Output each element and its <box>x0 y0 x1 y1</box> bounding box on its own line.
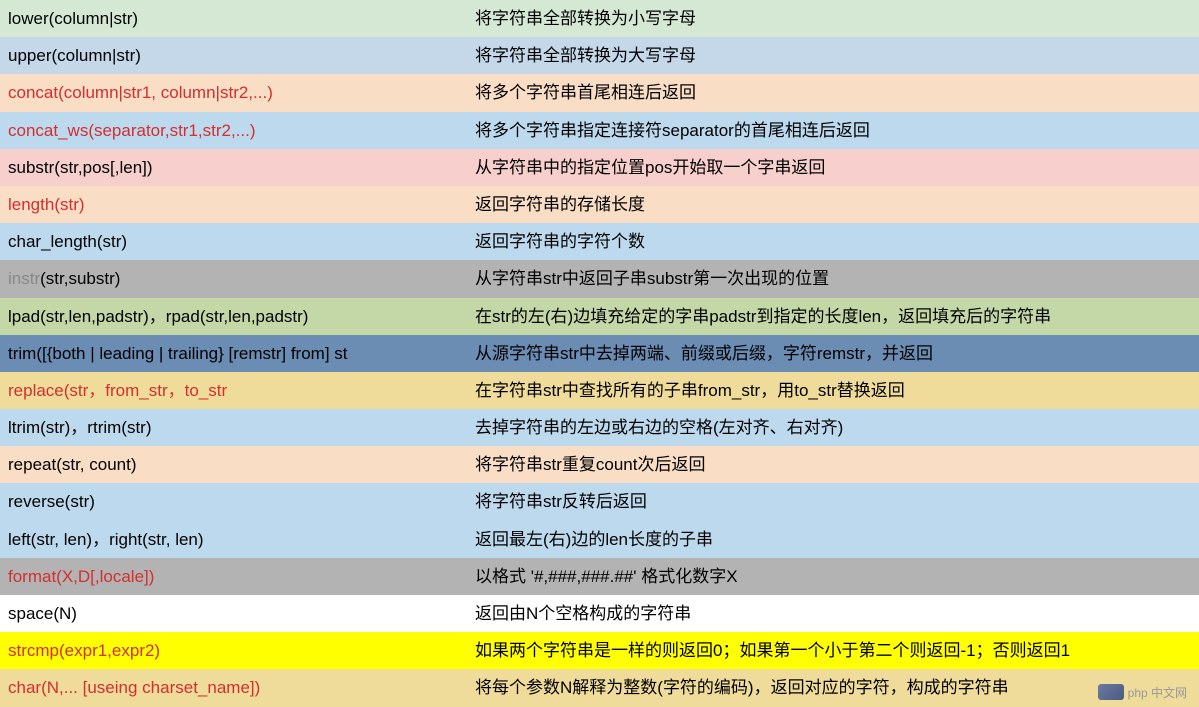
function-signature: trim([{both | leading | trailing} [remst… <box>0 335 467 372</box>
function-signature: ltrim(str)，rtrim(str) <box>0 409 467 446</box>
function-description: 去掉字符串的左边或右边的空格(左对齐、右对齐) <box>467 409 1199 446</box>
function-signature: instr(str,substr) <box>0 260 467 297</box>
table-row: left(str, len)，right(str, len)返回最左(右)边的l… <box>0 521 1199 558</box>
table-row: trim([{both | leading | trailing} [remst… <box>0 335 1199 372</box>
function-description: 将每个参数N解释为整数(字符的编码)，返回对应的字符，构成的字符串 <box>467 669 1199 706</box>
function-signature: lower(column|str) <box>0 0 467 37</box>
function-signature: upper(column|str) <box>0 37 467 74</box>
function-signature: char_length(str) <box>0 223 467 260</box>
table-row: format(X,D[,locale])以格式 '#,###,###.##' 格… <box>0 558 1199 595</box>
function-description: 返回最左(右)边的len长度的子串 <box>467 521 1199 558</box>
table-row: concat_ws(separator,str1,str2,...)将多个字符串… <box>0 112 1199 149</box>
function-description: 将字符串str重复count次后返回 <box>467 446 1199 483</box>
function-description: 将字符串全部转换为小写字母 <box>467 0 1199 37</box>
function-reference-table: lower(column|str)将字符串全部转换为小写字母upper(colu… <box>0 0 1199 707</box>
function-signature: length(str) <box>0 186 467 223</box>
table-row: concat(column|str1, column|str2,...)将多个字… <box>0 74 1199 111</box>
function-description: 以格式 '#,###,###.##' 格式化数字X <box>467 558 1199 595</box>
function-description: 如果两个字符串是一样的则返回0；如果第一个小于第二个则返回-1；否则返回1 <box>467 632 1199 669</box>
table-row: space(N)返回由N个空格构成的字符串 <box>0 595 1199 632</box>
function-signature: substr(str,pos[,len]) <box>0 149 467 186</box>
table-row: instr(str,substr)从字符串str中返回子串substr第一次出现… <box>0 260 1199 297</box>
function-description: 将多个字符串首尾相连后返回 <box>467 74 1199 111</box>
table-row: length(str)返回字符串的存储长度 <box>0 186 1199 223</box>
function-description: 从字符串str中返回子串substr第一次出现的位置 <box>467 260 1199 297</box>
watermark: php 中文网 <box>1098 684 1187 701</box>
function-signature: concat_ws(separator,str1,str2,...) <box>0 112 467 149</box>
table-row: lpad(str,len,padstr)，rpad(str,len,padstr… <box>0 298 1199 335</box>
table-row: substr(str,pos[,len])从字符串中的指定位置pos开始取一个字… <box>0 149 1199 186</box>
function-signature: left(str, len)，right(str, len) <box>0 521 467 558</box>
function-signature: char(N,... [useing charset_name]) <box>0 669 467 706</box>
function-description: 在str的左(右)边填充给定的字串padstr到指定的长度len，返回填充后的字… <box>467 298 1199 335</box>
function-description: 返回字符串的存储长度 <box>467 186 1199 223</box>
table-row: lower(column|str)将字符串全部转换为小写字母 <box>0 0 1199 37</box>
function-description: 从字符串中的指定位置pos开始取一个字串返回 <box>467 149 1199 186</box>
table-row: char(N,... [useing charset_name])将每个参数N解… <box>0 669 1199 706</box>
function-description: 返回由N个空格构成的字符串 <box>467 595 1199 632</box>
table-row: char_length(str)返回字符串的字符个数 <box>0 223 1199 260</box>
function-description: 将字符串全部转换为大写字母 <box>467 37 1199 74</box>
watermark-text: php 中文网 <box>1128 684 1187 701</box>
function-signature: space(N) <box>0 595 467 632</box>
table-row: strcmp(expr1,expr2)如果两个字符串是一样的则返回0；如果第一个… <box>0 632 1199 669</box>
function-description: 将字符串str反转后返回 <box>467 483 1199 520</box>
function-description: 返回字符串的字符个数 <box>467 223 1199 260</box>
function-signature: strcmp(expr1,expr2) <box>0 632 467 669</box>
function-signature: repeat(str, count) <box>0 446 467 483</box>
function-signature: concat(column|str1, column|str2,...) <box>0 74 467 111</box>
php-logo-icon <box>1098 684 1124 700</box>
function-description: 将多个字符串指定连接符separator的首尾相连后返回 <box>467 112 1199 149</box>
table-row: ltrim(str)，rtrim(str)去掉字符串的左边或右边的空格(左对齐、… <box>0 409 1199 446</box>
function-description: 从源字符串str中去掉两端、前缀或后缀，字符remstr，并返回 <box>467 335 1199 372</box>
table-row: replace(str，from_str，to_str在字符串str中查找所有的… <box>0 372 1199 409</box>
function-signature: format(X,D[,locale]) <box>0 558 467 595</box>
function-description: 在字符串str中查找所有的子串from_str，用to_str替换返回 <box>467 372 1199 409</box>
table-row: reverse(str)将字符串str反转后返回 <box>0 483 1199 520</box>
function-signature: lpad(str,len,padstr)，rpad(str,len,padstr… <box>0 298 467 335</box>
table-row: upper(column|str)将字符串全部转换为大写字母 <box>0 37 1199 74</box>
function-signature: reverse(str) <box>0 483 467 520</box>
table-row: repeat(str, count)将字符串str重复count次后返回 <box>0 446 1199 483</box>
function-signature: replace(str，from_str，to_str <box>0 372 467 409</box>
